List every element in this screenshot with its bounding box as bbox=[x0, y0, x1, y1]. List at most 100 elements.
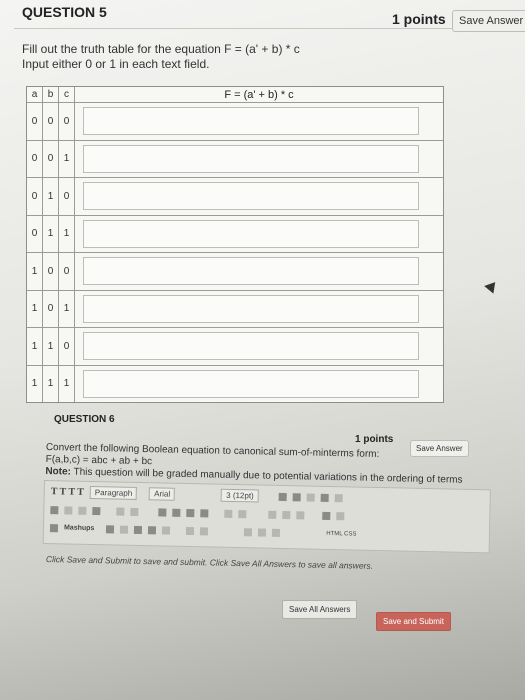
link-icon[interactable] bbox=[268, 510, 277, 519]
align-right-icon[interactable] bbox=[186, 508, 195, 517]
truth-table-row: 110 bbox=[27, 327, 443, 365]
f-answer-input[interactable] bbox=[83, 294, 419, 323]
spellcheck-icon[interactable] bbox=[336, 511, 345, 520]
justify-icon[interactable] bbox=[200, 508, 209, 517]
truth-table-row: 010 bbox=[27, 177, 443, 215]
header-f: F = (a' + b) * c bbox=[224, 88, 294, 101]
bit-b: 0 bbox=[43, 290, 59, 327]
question5-points: 1 points bbox=[392, 11, 446, 27]
anchor-icon[interactable] bbox=[148, 525, 157, 534]
question5-prompt-line1: Fill out the truth table for the equatio… bbox=[22, 42, 300, 56]
f-cell bbox=[75, 253, 443, 290]
bit-b: 0 bbox=[43, 103, 59, 140]
header-c: c bbox=[59, 87, 75, 102]
paragraph-mark-icon[interactable] bbox=[106, 524, 115, 533]
ltr-icon[interactable] bbox=[282, 510, 291, 519]
mashups-menu[interactable]: Mashups bbox=[64, 524, 94, 532]
bit-a: 0 bbox=[27, 140, 43, 177]
cell-props-icon[interactable] bbox=[258, 528, 267, 537]
bit-a: 0 bbox=[27, 178, 43, 215]
f-cell bbox=[75, 103, 443, 140]
bit-b: 1 bbox=[43, 215, 59, 252]
horizontal-rule-icon[interactable] bbox=[322, 511, 331, 520]
f-answer-input[interactable] bbox=[83, 332, 419, 360]
save-and-submit-button[interactable]: Save and Submit bbox=[376, 612, 451, 631]
f-cell bbox=[75, 291, 443, 328]
bit-c: 0 bbox=[59, 103, 75, 140]
numbered-list-icon[interactable] bbox=[292, 492, 301, 501]
bit-a: 1 bbox=[27, 365, 43, 402]
f-cell bbox=[75, 178, 443, 215]
question5-save-answer-button[interactable]: Save Answer bbox=[452, 10, 525, 32]
header-b: b bbox=[43, 87, 59, 102]
question6-points: 1 points bbox=[355, 434, 394, 445]
size-select[interactable]: 3 (12pt) bbox=[221, 488, 259, 503]
bit-c: 1 bbox=[59, 215, 75, 252]
bit-b: 1 bbox=[43, 328, 59, 365]
expand-icon[interactable] bbox=[334, 493, 343, 502]
f-answer-input[interactable] bbox=[83, 107, 419, 135]
row-insert-icon[interactable] bbox=[272, 528, 281, 537]
paragraph-select[interactable]: Paragraph bbox=[89, 485, 138, 500]
bit-b: 0 bbox=[43, 140, 59, 177]
question5-prompt-line2: Input either 0 or 1 in each text field. bbox=[22, 57, 210, 71]
truth-table-row: 000 bbox=[27, 102, 443, 140]
bit-c: 1 bbox=[59, 290, 75, 327]
f-cell bbox=[75, 366, 443, 403]
quote-icon[interactable] bbox=[120, 525, 129, 534]
bit-c: 1 bbox=[59, 140, 75, 177]
submit-hint: Click Save and Submit to save and submit… bbox=[45, 554, 374, 571]
truth-table-row: 100 bbox=[27, 252, 443, 290]
rtl-icon[interactable] bbox=[296, 510, 305, 519]
mouse-cursor-icon bbox=[484, 278, 500, 294]
rich-text-editor[interactable]: T T T T Paragraph Arial 3 (12pt) Mashups… bbox=[42, 480, 491, 554]
truth-table-header-row: a b c F = (a' + b) * c bbox=[27, 87, 443, 102]
bullet-list-icon[interactable] bbox=[278, 492, 287, 501]
cut-icon[interactable] bbox=[50, 505, 59, 514]
align-left-icon[interactable] bbox=[158, 507, 167, 517]
question5-title: QUESTION 5 bbox=[22, 4, 107, 20]
truth-table-row: 011 bbox=[27, 214, 443, 253]
align-center-icon[interactable] bbox=[172, 508, 181, 517]
question6-title: QUESTION 6 bbox=[54, 414, 115, 425]
truth-table-row: 111 bbox=[27, 364, 443, 403]
media-icon[interactable] bbox=[200, 526, 209, 535]
save-all-answers-button[interactable]: Save All Answers bbox=[282, 600, 358, 619]
f-answer-input[interactable] bbox=[83, 182, 419, 210]
header-a: a bbox=[27, 87, 43, 102]
f-answer-input[interactable] bbox=[83, 219, 419, 248]
f-cell bbox=[75, 141, 443, 178]
bit-c: 0 bbox=[59, 178, 75, 215]
bit-a: 1 bbox=[27, 328, 43, 365]
text-color-icon[interactable] bbox=[306, 493, 315, 502]
bit-c: 1 bbox=[59, 365, 75, 402]
subscript-icon[interactable] bbox=[238, 509, 247, 518]
f-answer-input[interactable] bbox=[83, 144, 419, 173]
clear-format-icon[interactable] bbox=[320, 493, 329, 502]
table-props-icon[interactable] bbox=[244, 527, 253, 536]
bit-a: 1 bbox=[27, 290, 43, 327]
image-icon[interactable] bbox=[186, 526, 195, 535]
bit-a: 0 bbox=[27, 215, 43, 252]
f-cell bbox=[75, 216, 443, 253]
truth-table-row: 001 bbox=[27, 139, 443, 178]
f-answer-input[interactable] bbox=[83, 369, 419, 398]
formula-icon[interactable] bbox=[49, 523, 59, 532]
bit-c: 0 bbox=[59, 253, 75, 290]
copy-icon[interactable] bbox=[64, 505, 73, 515]
truth-table: a b c F = (a' + b) * c 00000101001110010… bbox=[26, 86, 444, 403]
html-css-label[interactable]: HTML CSS bbox=[326, 530, 356, 537]
bit-a: 1 bbox=[27, 253, 43, 290]
text-style-buttons[interactable]: T T T T bbox=[51, 486, 84, 498]
table-icon[interactable] bbox=[162, 525, 171, 535]
bit-b: 1 bbox=[43, 365, 59, 402]
redo-icon[interactable] bbox=[130, 507, 139, 516]
find-icon[interactable] bbox=[92, 506, 101, 515]
paste-icon[interactable] bbox=[78, 506, 87, 515]
note-label: Note: bbox=[45, 465, 72, 478]
f-answer-input[interactable] bbox=[83, 257, 419, 285]
superscript-icon[interactable] bbox=[224, 509, 233, 518]
undo-icon[interactable] bbox=[116, 507, 125, 516]
font-select[interactable]: Arial bbox=[149, 487, 176, 501]
emoticon-icon[interactable] bbox=[134, 525, 143, 534]
